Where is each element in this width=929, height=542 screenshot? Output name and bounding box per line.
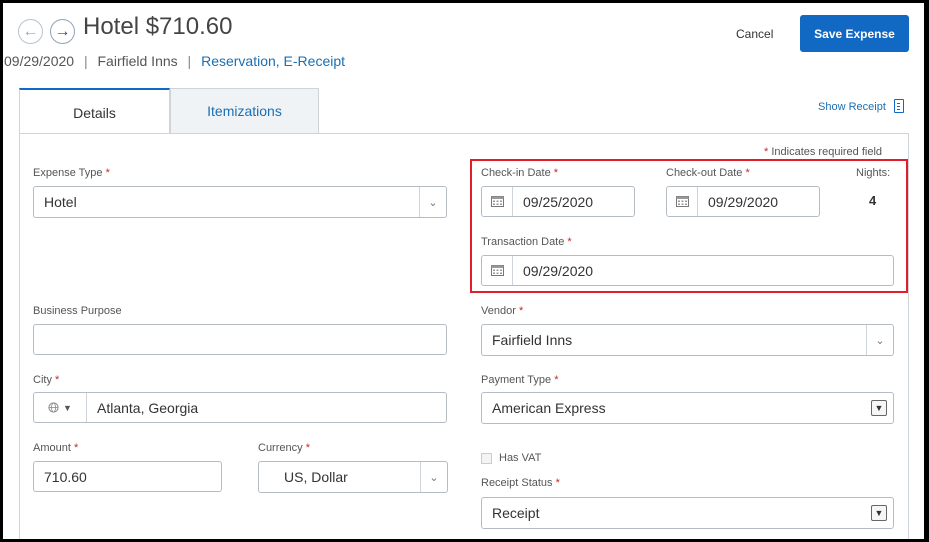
back-arrow-icon: ← (22, 22, 39, 40)
page-title: Hotel $710.60 (83, 13, 233, 40)
vendor-select[interactable]: Fairfield Inns ⌄ (481, 324, 894, 356)
chevron-down-icon[interactable]: ⌄ (420, 462, 447, 492)
expense-date: 09/29/2020 (4, 53, 75, 69)
attachments-link[interactable]: Reservation, E-Receipt (201, 53, 345, 69)
back-button[interactable]: ← (18, 19, 43, 44)
checkout-date-field[interactable]: 09/29/2020 (666, 186, 820, 217)
checkin-date-field[interactable]: 09/25/2020 (481, 186, 635, 217)
transaction-date-field[interactable]: 09/29/2020 (481, 255, 894, 286)
nights-value: 4 (869, 193, 877, 208)
calendar-icon[interactable] (482, 256, 513, 285)
business-purpose-label: Business Purpose (33, 305, 122, 317)
transaction-date-label: Transaction Date * (481, 236, 572, 248)
has-vat-label: Has VAT (499, 452, 542, 464)
required-note: * Indicates required field (764, 146, 883, 158)
chevron-down-icon[interactable]: ⌄ (866, 325, 893, 355)
tab-details[interactable]: Details (19, 88, 170, 135)
expense-type-select[interactable]: Hotel ⌄ (33, 186, 447, 218)
receipt-status-select[interactable]: Receipt ▼ (481, 497, 894, 529)
receipt-status-label: Receipt Status * (481, 477, 560, 489)
amount-input[interactable]: 710.60 (33, 461, 222, 492)
currency-select[interactable]: US, Dollar ⌄ (258, 461, 448, 493)
cancel-button[interactable]: Cancel (736, 27, 773, 41)
city-input[interactable]: ▼ Atlanta, Georgia (33, 392, 447, 423)
receipt-icon[interactable] (894, 99, 904, 113)
globe-icon[interactable]: ▼ (34, 393, 87, 422)
business-purpose-input[interactable] (33, 324, 447, 355)
chevron-down-icon[interactable]: ▼ (871, 400, 887, 416)
subtitle: 09/29/2020 | Fairfield Inns | Reservatio… (4, 53, 346, 69)
tab-itemizations[interactable]: Itemizations (170, 88, 319, 133)
city-label: City * (33, 374, 60, 386)
checkin-label: Check-in Date * (481, 167, 559, 179)
amount-label: Amount * (33, 442, 79, 454)
show-receipt-link[interactable]: Show Receipt (818, 101, 886, 113)
payment-type-label: Payment Type * (481, 374, 559, 386)
vendor-label: Vendor * (481, 305, 524, 317)
payment-type-select[interactable]: American Express ▼ (481, 392, 894, 424)
currency-label: Currency * (258, 442, 310, 454)
expense-type-label: Expense Type * (33, 167, 110, 179)
forward-arrow-icon: → (54, 22, 71, 40)
has-vat-checkbox[interactable] (481, 453, 492, 464)
vendor-name: Fairfield Inns (97, 53, 178, 69)
nights-label: Nights: (856, 167, 891, 179)
calendar-icon[interactable] (482, 187, 513, 216)
calendar-icon[interactable] (667, 187, 698, 216)
expense-window: ← → Hotel $710.60 09/29/2020 | Fairfield… (3, 3, 924, 539)
chevron-down-icon[interactable]: ▼ (871, 505, 887, 521)
checkout-label: Check-out Date * (666, 167, 750, 179)
chevron-down-icon[interactable]: ⌄ (419, 187, 446, 217)
forward-button[interactable]: → (50, 19, 75, 44)
save-expense-button[interactable]: Save Expense (800, 15, 909, 52)
